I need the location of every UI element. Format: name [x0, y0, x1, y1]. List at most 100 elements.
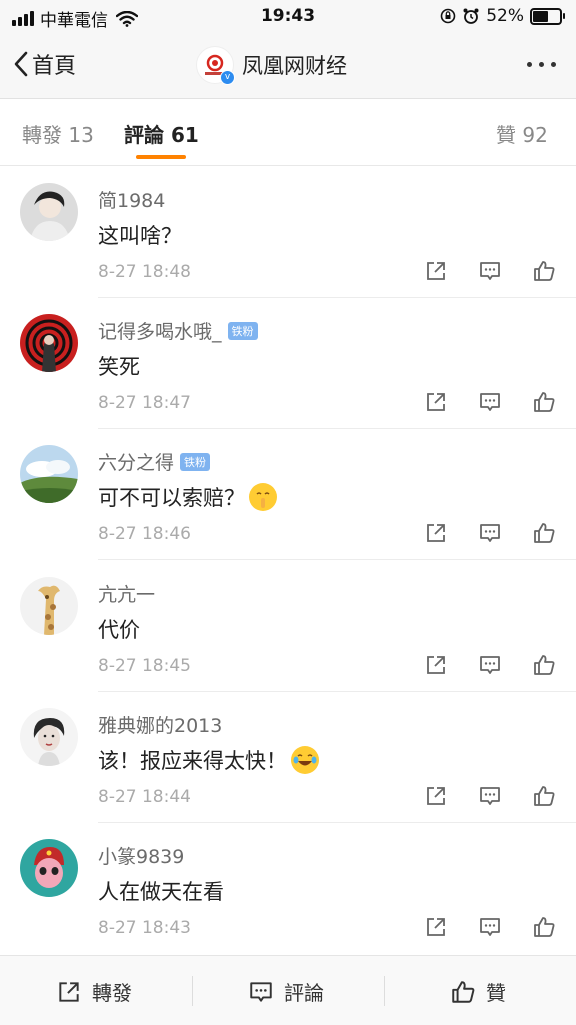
comment-item: 简1984 这叫啥？ 8-27 18:48	[0, 167, 576, 298]
comment-author[interactable]: 记得多喝水哦_	[98, 317, 222, 344]
laughing-tears-emoji	[291, 746, 319, 774]
reply-icon[interactable]	[478, 784, 502, 808]
comment-text: 该！报应来得太快！	[98, 745, 319, 775]
comment-time: 8-27 18:46	[98, 524, 191, 544]
back-button[interactable]: 首頁	[14, 48, 76, 80]
tab-comments[interactable]: 評論 61	[124, 119, 199, 148]
like-icon[interactable]	[532, 521, 556, 545]
share-icon[interactable]	[424, 521, 448, 545]
comment-item: 小篆9839 人在做天在看 8-27 18:43	[0, 823, 576, 954]
fan-badge: 铁粉	[180, 452, 211, 471]
comment-text-content: 人在做天在看	[98, 880, 224, 904]
verified-badge-icon: v	[220, 70, 235, 85]
comment-author-row: 简1984	[98, 186, 165, 213]
comment-item: 记得多喝水哦_ 铁粉 笑死 8-27 18:47	[0, 298, 576, 429]
divider	[192, 976, 193, 1006]
alarm-icon	[463, 8, 479, 24]
share-icon[interactable]	[424, 915, 448, 939]
ifeng-finance-logo: v	[196, 46, 235, 85]
battery-percent: 52%	[486, 6, 524, 26]
comment-button[interactable]: 評論	[248, 977, 324, 1006]
comment-text: 这叫啥？	[98, 220, 182, 250]
comment-author-row: 记得多喝水哦_ 铁粉	[98, 317, 258, 344]
shushing-face-emoji	[249, 483, 277, 511]
orientation-lock-icon	[440, 8, 456, 24]
comment-text: 人在做天在看	[98, 876, 224, 906]
account-header[interactable]: v 凤凰网财经	[196, 46, 347, 85]
comment-actions	[424, 390, 556, 414]
like-icon[interactable]	[532, 259, 556, 283]
comment-author-row: 六分之得 铁粉	[98, 448, 211, 475]
comment-author-row: 亢亢一	[98, 580, 155, 607]
comment-text-content: 该！报应来得太快！	[98, 749, 287, 773]
like-icon	[452, 980, 475, 1003]
like-button[interactable]: 贊	[450, 977, 506, 1006]
repost-button[interactable]: 轉發	[56, 977, 132, 1006]
tab-likes[interactable]: 贊 92	[496, 119, 548, 148]
status-right: 52%	[440, 6, 565, 26]
share-icon[interactable]	[424, 653, 448, 677]
avatar[interactable]	[20, 577, 78, 635]
back-label: 首頁	[32, 54, 77, 79]
like-label: 贊	[486, 981, 506, 1005]
comment-time: 8-27 18:43	[98, 918, 191, 938]
battery-icon	[530, 7, 565, 25]
comment-author[interactable]: 雅典娜的2013	[98, 711, 222, 738]
page-title: 凤凰网财经	[242, 54, 347, 78]
reply-icon[interactable]	[478, 521, 502, 545]
comment-author[interactable]: 六分之得	[98, 448, 174, 475]
comment-item: 六分之得 铁粉 可不可以索赔？ 8-27 18:46	[0, 429, 576, 560]
comment-author-row: 小篆9839	[98, 842, 184, 869]
comment-time: 8-27 18:44	[98, 787, 191, 807]
avatar[interactable]	[20, 314, 78, 372]
active-tab-indicator	[136, 155, 186, 159]
comment-text: 笑死	[98, 351, 140, 381]
like-icon[interactable]	[532, 653, 556, 677]
avatar[interactable]	[20, 445, 78, 503]
comment-actions	[424, 653, 556, 677]
chevron-left-icon	[14, 51, 28, 77]
like-icon[interactable]	[532, 915, 556, 939]
comment-text-content: 可不可以索赔？	[98, 486, 245, 510]
comment-actions	[424, 259, 556, 283]
share-icon	[59, 981, 79, 1002]
comment-text-content: 笑死	[98, 355, 140, 379]
reply-icon[interactable]	[478, 390, 502, 414]
comment-actions	[424, 521, 556, 545]
comment-actions	[424, 915, 556, 939]
like-icon[interactable]	[532, 784, 556, 808]
like-icon[interactable]	[532, 390, 556, 414]
comment-author[interactable]: 亢亢一	[98, 580, 155, 607]
comment-text-content: 代价	[98, 618, 140, 642]
comment-time: 8-27 18:48	[98, 262, 191, 282]
comment-actions	[424, 784, 556, 808]
status-bar: 中華電信 19:43 52%	[0, 0, 576, 32]
comment-text: 可不可以索赔？	[98, 482, 277, 512]
comment-item: 亢亢一 代价 8-27 18:45	[0, 561, 576, 692]
fan-badge: 铁粉	[227, 321, 258, 340]
share-icon[interactable]	[424, 259, 448, 283]
reply-icon[interactable]	[478, 915, 502, 939]
avatar[interactable]	[20, 708, 78, 766]
comment-label: 評論	[284, 981, 324, 1005]
reply-icon[interactable]	[478, 653, 502, 677]
comment-item: 雅典娜的2013 该！报应来得太快！ 8-27 18:44	[0, 692, 576, 823]
share-icon[interactable]	[424, 390, 448, 414]
share-icon[interactable]	[424, 784, 448, 808]
avatar[interactable]	[20, 183, 78, 241]
comment-author-row: 雅典娜的2013	[98, 711, 222, 738]
more-options-icon[interactable]	[527, 62, 556, 67]
repost-label: 轉發	[92, 981, 132, 1005]
comment-author[interactable]: 简1984	[98, 186, 165, 213]
tab-repost[interactable]: 轉發 13	[22, 119, 94, 148]
comment-time: 8-27 18:45	[98, 656, 191, 676]
divider	[98, 559, 576, 560]
avatar[interactable]	[20, 839, 78, 897]
comment-text: 代价	[98, 614, 140, 644]
bottom-action-bar: 轉發 評論 贊	[0, 955, 576, 1025]
divider	[384, 976, 385, 1006]
nav-bar: 首頁 v 凤凰网财经	[0, 32, 576, 99]
comment-author[interactable]: 小篆9839	[98, 842, 184, 869]
comment-time: 8-27 18:47	[98, 393, 191, 413]
reply-icon[interactable]	[478, 259, 502, 283]
